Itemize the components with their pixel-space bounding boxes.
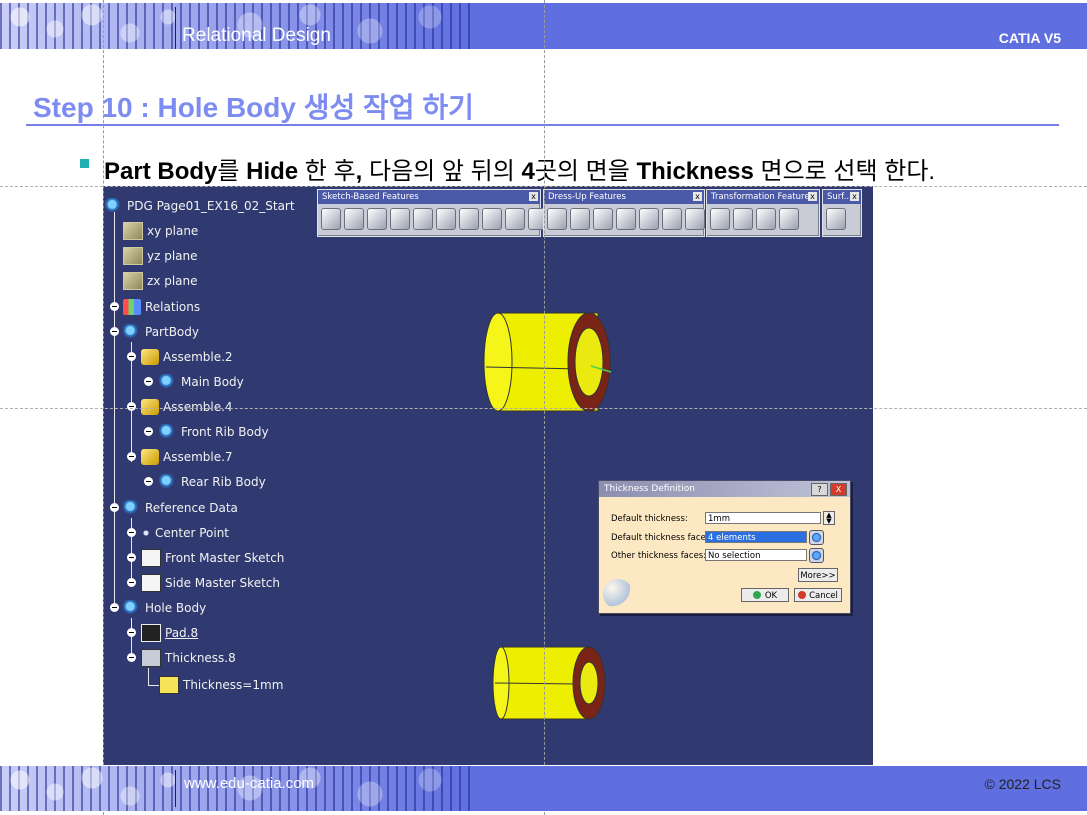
thickness-dialog[interactable]: Thickness Definition ? X Default thickne…	[598, 480, 851, 614]
header-product: CATIA V5	[998, 30, 1061, 46]
instr-part-body: Part Body	[104, 158, 218, 185]
other-faces-field[interactable]: No selection	[705, 549, 807, 561]
part-geometry[interactable]	[103, 186, 873, 765]
instr-text-3: 다음의 앞 뒤의	[362, 158, 522, 185]
more-button[interactable]: More>>	[798, 568, 838, 582]
guide-line-horizontal	[0, 408, 1087, 409]
dialog-logo-icon	[603, 579, 633, 609]
cancel-button[interactable]: Cancel	[794, 588, 842, 602]
ok-label: OK	[764, 591, 778, 601]
footer-url: www.edu-catia.com	[184, 775, 315, 792]
default-faces-label: Default thickness faces:	[611, 533, 714, 543]
upper-tube[interactable]	[483, 312, 612, 412]
thickness-spinner[interactable]: ▲ ▼	[823, 511, 835, 525]
footer-band: www.edu-catia.com © 2022 LCS	[0, 766, 1087, 811]
instr-hide: Hide	[246, 158, 299, 185]
catia-viewport[interactable]: PDG Page01_EX16_02_Start xy plane yz pla…	[103, 186, 873, 765]
lower-tube[interactable]	[492, 646, 606, 720]
help-button[interactable]: ?	[811, 483, 828, 496]
footer-copyright: © 2022 LCS	[984, 776, 1061, 792]
instr-text-2: 한 후	[298, 158, 356, 185]
other-faces-label: Other thickness faces:	[611, 551, 707, 561]
header-title: Relational Design	[182, 25, 331, 46]
default-faces-field[interactable]: 4 elements	[705, 531, 807, 543]
header-divider	[175, 7, 176, 49]
ok-icon	[752, 591, 761, 599]
step-title: Step 10 : Hole Body 생성 작업 하기	[33, 92, 474, 123]
instruction-text: Part Body를 Hide 한 후, 다음의 앞 뒤의 4곳의 면을 Thi…	[104, 151, 935, 186]
guide-line-horizontal	[0, 186, 1087, 187]
ok-button[interactable]: OK	[741, 588, 789, 602]
title-rule	[26, 124, 1059, 126]
default-faces-pick-icon[interactable]	[809, 530, 824, 545]
cancel-icon	[798, 591, 807, 599]
other-faces-pick-icon[interactable]	[809, 548, 824, 563]
instr-text-1: 를	[217, 158, 247, 185]
cancel-label: Cancel	[809, 591, 838, 601]
footer-divider	[175, 770, 176, 807]
instr-text-4: 곳의 면을	[534, 158, 637, 185]
bullet-icon	[80, 159, 89, 168]
instr-text-5: 면으로 선택 한다.	[753, 158, 936, 185]
dialog-close-button[interactable]: X	[830, 483, 847, 496]
default-thickness-label: Default thickness:	[611, 514, 688, 524]
default-thickness-input[interactable]: 1mm	[705, 512, 821, 524]
dialog-caption-buttons: ? X	[811, 483, 847, 496]
instr-four: 4	[521, 158, 535, 185]
instr-thickness: Thickness	[636, 158, 754, 185]
